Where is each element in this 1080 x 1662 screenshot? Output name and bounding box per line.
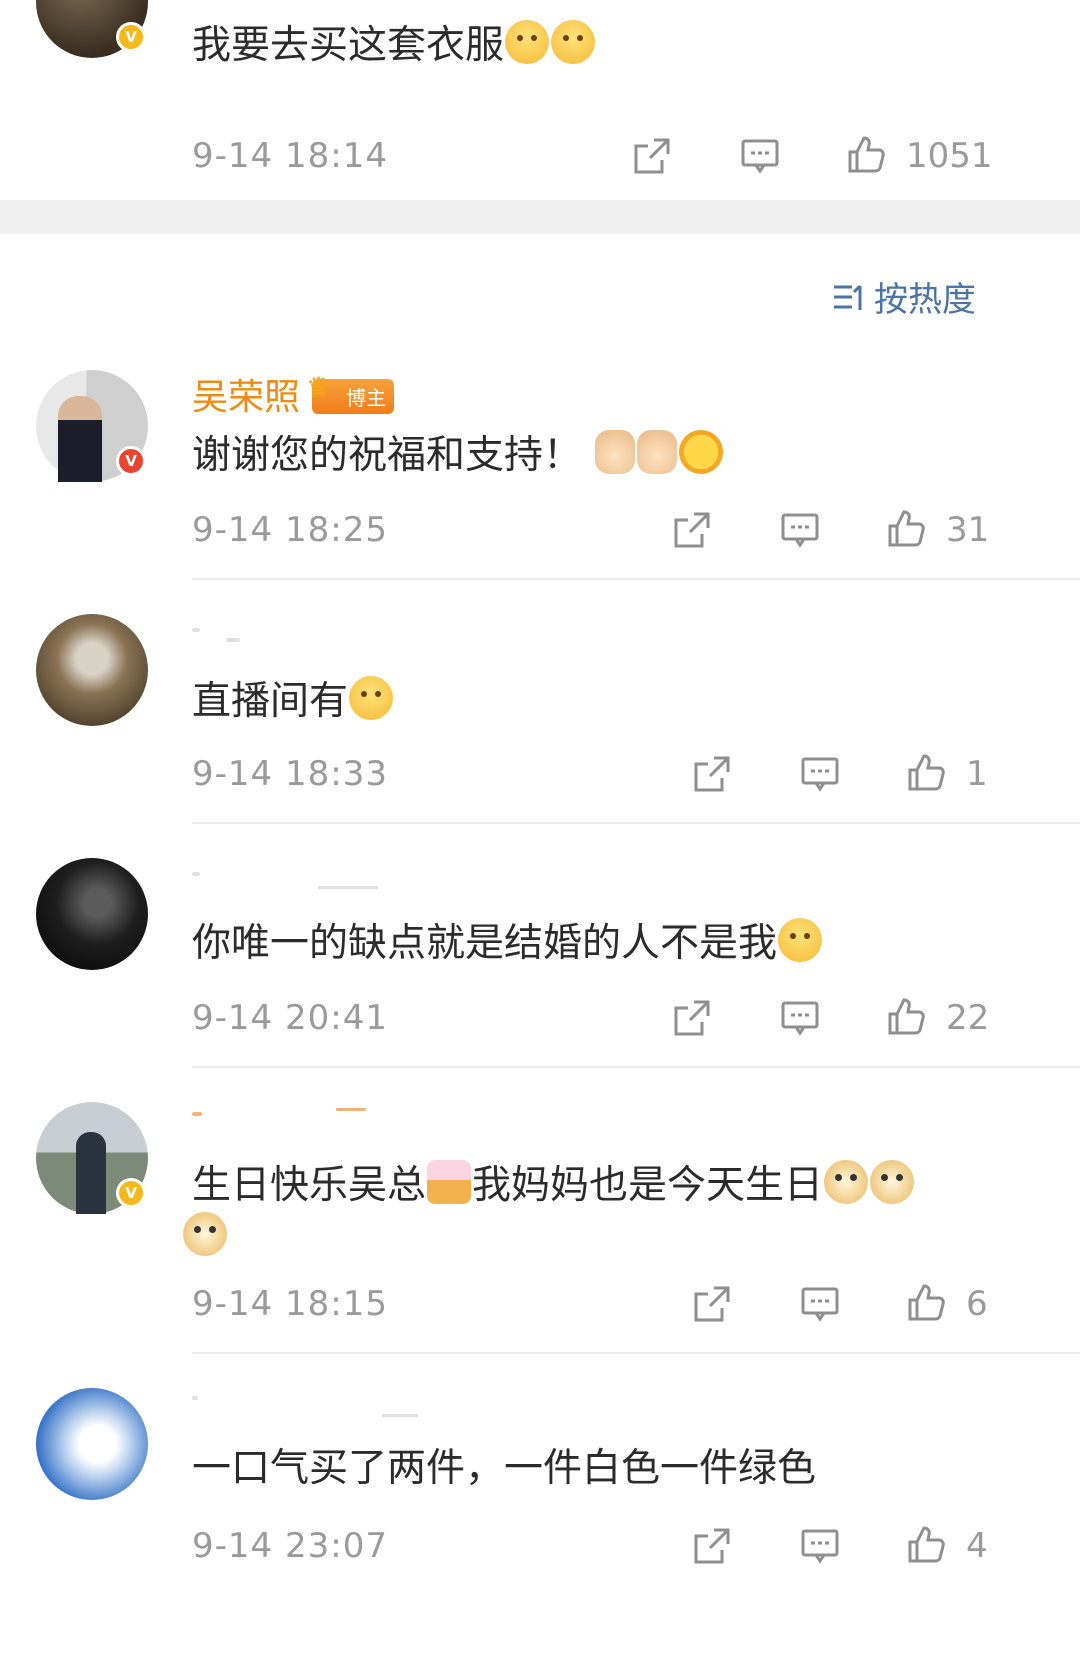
section-separator (0, 200, 1080, 234)
comment-time: 9-14 20:41 (192, 998, 388, 1038)
comment-text: 你唯一的缺点就是结婚的人不是我 (192, 918, 823, 968)
comment-icon[interactable] (780, 510, 820, 550)
author-tag: ♛ 博主 (306, 371, 395, 414)
comment-icon[interactable] (780, 998, 820, 1038)
doge-icon (183, 1212, 227, 1256)
like-count: 1051 (906, 136, 993, 176)
verified-badge-icon: V (116, 1178, 146, 1208)
sort-label: 按热度 (874, 280, 976, 320)
prayer-hands-icon (637, 430, 678, 474)
comment-time: 9-14 18:14 (192, 136, 388, 176)
comment-text: 一口气买了两件，一件白色一件绿色 (192, 1446, 816, 1493)
comment-text-content: 谢谢您的祝福和支持！ (192, 433, 583, 478)
comment-time: 9-14 23:07 (192, 1526, 388, 1566)
username-text: 吴荣照 (192, 377, 301, 418)
username-redacted (192, 1112, 202, 1116)
comment-text: 我要去买这套衣服 (192, 20, 596, 70)
comment-divider (192, 822, 1080, 824)
comment-icon[interactable] (800, 1284, 840, 1324)
share-icon[interactable] (692, 754, 732, 794)
thumbs-up-icon[interactable] (846, 134, 886, 174)
comment-divider (192, 1066, 1080, 1068)
comment-divider (192, 1352, 1080, 1354)
avatar[interactable]: V (36, 0, 148, 58)
comment-text: 直播间有 (192, 676, 394, 726)
avatar[interactable] (36, 614, 148, 726)
username-redacted (336, 1108, 366, 1111)
comment-icon[interactable] (800, 1526, 840, 1566)
verified-badge-icon: V (116, 446, 146, 476)
comment-divider (192, 578, 1080, 580)
grin-face-icon (349, 676, 394, 720)
sort-button[interactable]: 按热度 (832, 272, 976, 321)
thumbs-up-icon[interactable] (886, 508, 926, 548)
share-icon[interactable] (672, 510, 712, 550)
avatar[interactable] (36, 858, 148, 970)
username-redacted (192, 872, 200, 876)
username-redacted (318, 886, 378, 889)
like-count: 1 (966, 754, 988, 794)
like-count: 4 (966, 1526, 988, 1566)
comment-time: 9-14 18:33 (192, 754, 388, 794)
comment-icon[interactable] (800, 754, 840, 794)
username-redacted (226, 638, 240, 642)
comment-text: 谢谢您的祝福和支持！ (192, 430, 724, 480)
doge-icon (824, 1160, 869, 1204)
share-icon[interactable] (632, 136, 672, 176)
thumbs-up-icon[interactable] (906, 752, 946, 792)
sun-face-icon (679, 430, 724, 474)
like-count: 31 (946, 510, 990, 550)
avatar[interactable] (36, 1388, 148, 1500)
comment-icon[interactable] (740, 136, 780, 176)
crown-icon: ♛ (306, 371, 332, 404)
comment-text-content: 生日快乐吴总 (192, 1163, 427, 1208)
thumbs-up-icon[interactable] (886, 996, 926, 1036)
cake-icon (427, 1160, 472, 1204)
username-redacted (382, 1414, 418, 1417)
comment-text-content: 一口气买了两件，一件白色一件绿色 (192, 1446, 817, 1491)
thumbs-up-icon[interactable] (906, 1282, 946, 1322)
crying-face-icon (778, 918, 823, 962)
thumbs-up-icon[interactable] (906, 1524, 946, 1564)
sort-icon (834, 284, 862, 310)
comment-text-content: 直播间有 (192, 679, 349, 724)
avatar[interactable]: V (36, 370, 148, 482)
verified-badge-icon: V (116, 22, 146, 52)
author-tag-label: 博主 (346, 386, 387, 410)
comment-text-content: 我要去买这套衣服 (192, 23, 505, 68)
comment-text: 生日快乐吴总 我妈妈也是今天生日 (192, 1160, 915, 1210)
laughing-face-icon (505, 20, 550, 64)
comment-text-content: 你唯一的缺点就是结婚的人不是我 (192, 921, 778, 966)
comment-text-content: 我妈妈也是今天生日 (472, 1163, 824, 1208)
like-count: 22 (946, 998, 990, 1038)
laughing-face-icon (551, 20, 596, 64)
username-redacted (192, 628, 200, 632)
comment-time: 9-14 18:25 (192, 510, 388, 550)
comment-text-wrap (182, 1212, 228, 1256)
share-icon[interactable] (692, 1284, 732, 1324)
share-icon[interactable] (692, 1526, 732, 1566)
avatar[interactable]: V (36, 1102, 148, 1214)
prayer-hands-icon (595, 430, 636, 474)
share-icon[interactable] (672, 998, 712, 1038)
username-redacted (192, 1396, 198, 1400)
like-count: 6 (966, 1284, 988, 1324)
comment-time: 9-14 18:15 (192, 1284, 388, 1324)
comment-username[interactable]: 吴荣照 ♛ 博主 (192, 368, 395, 420)
doge-icon (870, 1160, 915, 1204)
